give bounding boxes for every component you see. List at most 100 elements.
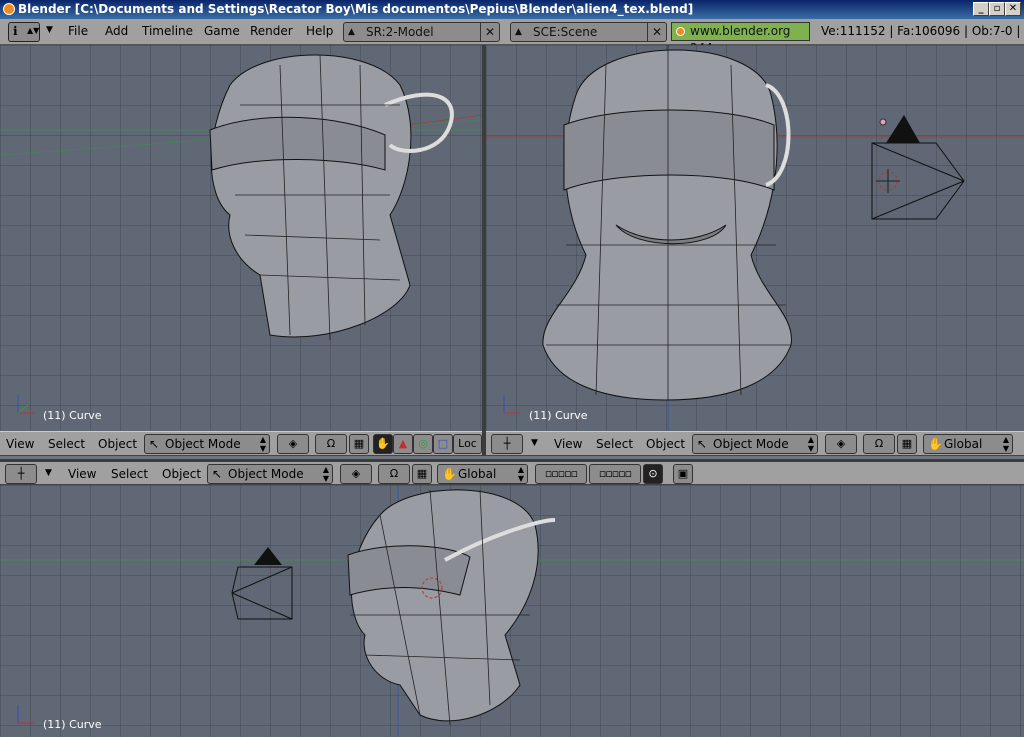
mode-dropdown[interactable]: ↖ Object Mode ▲ ▼ bbox=[692, 434, 818, 454]
mode-label: Object Mode bbox=[228, 467, 304, 481]
orientation-label: Global bbox=[458, 467, 497, 481]
blender-org-link[interactable]: www.blender.org 244 bbox=[671, 22, 810, 55]
perspective-view-canvas bbox=[0, 54, 482, 414]
hand-icon: ✋ bbox=[928, 437, 943, 451]
viewport-header-top-right: ┼ ▼ View Select Object ↖ Object Mode ▲ ▼ … bbox=[486, 431, 1024, 456]
scale-icon: □ bbox=[437, 437, 449, 450]
image-icon: ▣ bbox=[677, 467, 689, 480]
axis-gizmo-icon bbox=[17, 705, 34, 724]
transform-orientation-dropdown[interactable]: Loc bbox=[453, 434, 482, 454]
draw-type-button[interactable]: ◈ bbox=[825, 434, 857, 454]
object-mode-icon: ↖ bbox=[149, 437, 160, 451]
mode-label: Object Mode bbox=[713, 437, 789, 451]
scene-selector[interactable]: ▲ SCE:Scene ✕ bbox=[510, 22, 667, 42]
menu-object[interactable]: Object bbox=[162, 467, 201, 481]
updown-icon: ▲ ▼ bbox=[259, 435, 266, 453]
alien-head-mesh bbox=[542, 45, 792, 401]
draw-type-button[interactable]: ◈ bbox=[340, 464, 372, 484]
side-view-canvas bbox=[0, 485, 1024, 737]
menu-timeline[interactable]: Timeline bbox=[142, 24, 193, 38]
pivot-button[interactable]: Ω bbox=[863, 434, 895, 454]
window-type-button[interactable]: ┼ bbox=[5, 464, 37, 484]
layer-grid-button[interactable]: ▦ bbox=[412, 464, 432, 484]
transform-orientation-dropdown[interactable]: ✋ Global ▲ ▼ bbox=[437, 464, 528, 484]
viewport-object-label: (11) Curve bbox=[43, 409, 102, 422]
front-view-canvas bbox=[486, 45, 1024, 431]
transform-orientation-dropdown[interactable]: ✋ Global ▲ ▼ bbox=[923, 434, 1013, 454]
screen-name: SR:2-Model bbox=[366, 25, 434, 39]
alien-head-mesh bbox=[209, 54, 454, 341]
menu-game[interactable]: Game bbox=[204, 24, 240, 38]
hand-icon: ✋ bbox=[376, 437, 390, 450]
menu-view[interactable]: View bbox=[68, 467, 96, 481]
viewport-object-label: (11) Curve bbox=[529, 409, 588, 422]
viewport-top-left[interactable]: (11) Curve bbox=[0, 45, 482, 431]
object-mode-icon: ↖ bbox=[697, 437, 708, 451]
viewport-object-label: (11) Curve bbox=[43, 718, 102, 731]
translate-icon: ▲ bbox=[398, 437, 408, 450]
minimize-button[interactable]: _ bbox=[973, 2, 989, 16]
translate-manipulator[interactable]: ▲ bbox=[393, 434, 413, 454]
window-type-button[interactable]: ┼ bbox=[491, 434, 523, 454]
screen-selector[interactable]: ▲ SR:2-Model ✕ bbox=[343, 22, 500, 42]
3d-cursor-icon bbox=[876, 169, 900, 193]
menu-help[interactable]: Help bbox=[306, 24, 333, 38]
draw-type-button[interactable]: ◈ bbox=[277, 434, 309, 454]
grid-icon: ▦ bbox=[353, 437, 365, 450]
maximize-button[interactable]: ▫ bbox=[989, 2, 1005, 16]
object-mode-icon: ↖ bbox=[212, 467, 223, 481]
pivot-button[interactable]: Ω bbox=[378, 464, 410, 484]
render-preview-button[interactable]: ▣ bbox=[673, 464, 693, 484]
menu-render[interactable]: Render bbox=[250, 24, 293, 38]
mode-dropdown[interactable]: ↖ Object Mode ▲ ▼ bbox=[144, 434, 270, 454]
area-separator[interactable] bbox=[482, 45, 486, 456]
close-button[interactable]: ✕ bbox=[1005, 2, 1021, 16]
orientation-label: Loc bbox=[458, 437, 477, 450]
viewport-bottom[interactable]: (11) Curve bbox=[0, 485, 1024, 737]
3d-view-icon: ┼ bbox=[17, 467, 25, 480]
menu-object[interactable]: Object bbox=[646, 437, 685, 451]
3d-view-icon: ┼ bbox=[503, 437, 511, 450]
rotate-manipulator[interactable]: ◎ bbox=[413, 434, 433, 454]
layer-buttons-2[interactable]: ▫▫▫▫▫ bbox=[589, 464, 641, 484]
close-icon[interactable]: ✕ bbox=[480, 23, 499, 41]
viewport-header-top-left: View Select Object ↖ Object Mode ▲ ▼ ◈ Ω … bbox=[0, 431, 482, 456]
cube-icon: ◈ bbox=[288, 437, 298, 450]
cube-icon: ◈ bbox=[351, 467, 361, 480]
menu-add[interactable]: Add bbox=[105, 24, 128, 38]
cube-icon: ◈ bbox=[836, 437, 846, 450]
layers-icon: ▫▫▫▫▫ bbox=[544, 467, 578, 480]
collapse-menu-icon[interactable]: ▼ bbox=[531, 438, 538, 448]
menu-file[interactable]: File bbox=[68, 24, 88, 38]
menu-view[interactable]: View bbox=[6, 437, 34, 451]
close-icon[interactable]: ✕ bbox=[647, 23, 666, 41]
mode-dropdown[interactable]: ↖ Object Mode ▲ ▼ bbox=[207, 464, 333, 484]
rotate-icon: ◎ bbox=[418, 437, 428, 450]
blender-logo-icon bbox=[676, 27, 685, 36]
alien-head-mesh bbox=[347, 489, 556, 726]
layers-icon: ▫▫▫▫▫ bbox=[598, 467, 632, 480]
info-window-type-icon[interactable]: ℹ ▲▼ bbox=[8, 22, 40, 42]
lock-layer-button[interactable]: ⊙ bbox=[643, 464, 663, 484]
collapse-menu-icon[interactable]: ▼ bbox=[45, 468, 52, 478]
updown-icon: ▲ ▼ bbox=[1002, 435, 1009, 453]
menu-select[interactable]: Select bbox=[111, 467, 148, 481]
scale-manipulator[interactable]: □ bbox=[433, 434, 453, 454]
layer-buttons-1[interactable]: ▫▫▫▫▫ bbox=[535, 464, 587, 484]
menu-view[interactable]: View bbox=[554, 437, 582, 451]
updown-icon: ▲ ▼ bbox=[322, 465, 329, 483]
menu-select[interactable]: Select bbox=[48, 437, 85, 451]
orientation-label: Global bbox=[944, 437, 983, 451]
updown-icon: ▲ ▼ bbox=[807, 435, 814, 453]
collapse-menu-icon[interactable]: ▼ bbox=[46, 25, 53, 35]
updown-icon: ▲ bbox=[348, 27, 355, 37]
menu-select[interactable]: Select bbox=[596, 437, 633, 451]
manipulator-toggle[interactable]: ✋ bbox=[373, 434, 393, 454]
menu-object[interactable]: Object bbox=[98, 437, 137, 451]
layer-grid-button[interactable]: ▦ bbox=[897, 434, 917, 454]
grid-icon: ▦ bbox=[901, 437, 913, 450]
window-title: Blender [C:\Documents and Settings\Recat… bbox=[18, 2, 694, 16]
layer-grid-button[interactable]: ▦ bbox=[349, 434, 369, 454]
viewport-top-right[interactable]: (11) Curve bbox=[486, 45, 1024, 431]
pivot-button[interactable]: Ω bbox=[315, 434, 347, 454]
